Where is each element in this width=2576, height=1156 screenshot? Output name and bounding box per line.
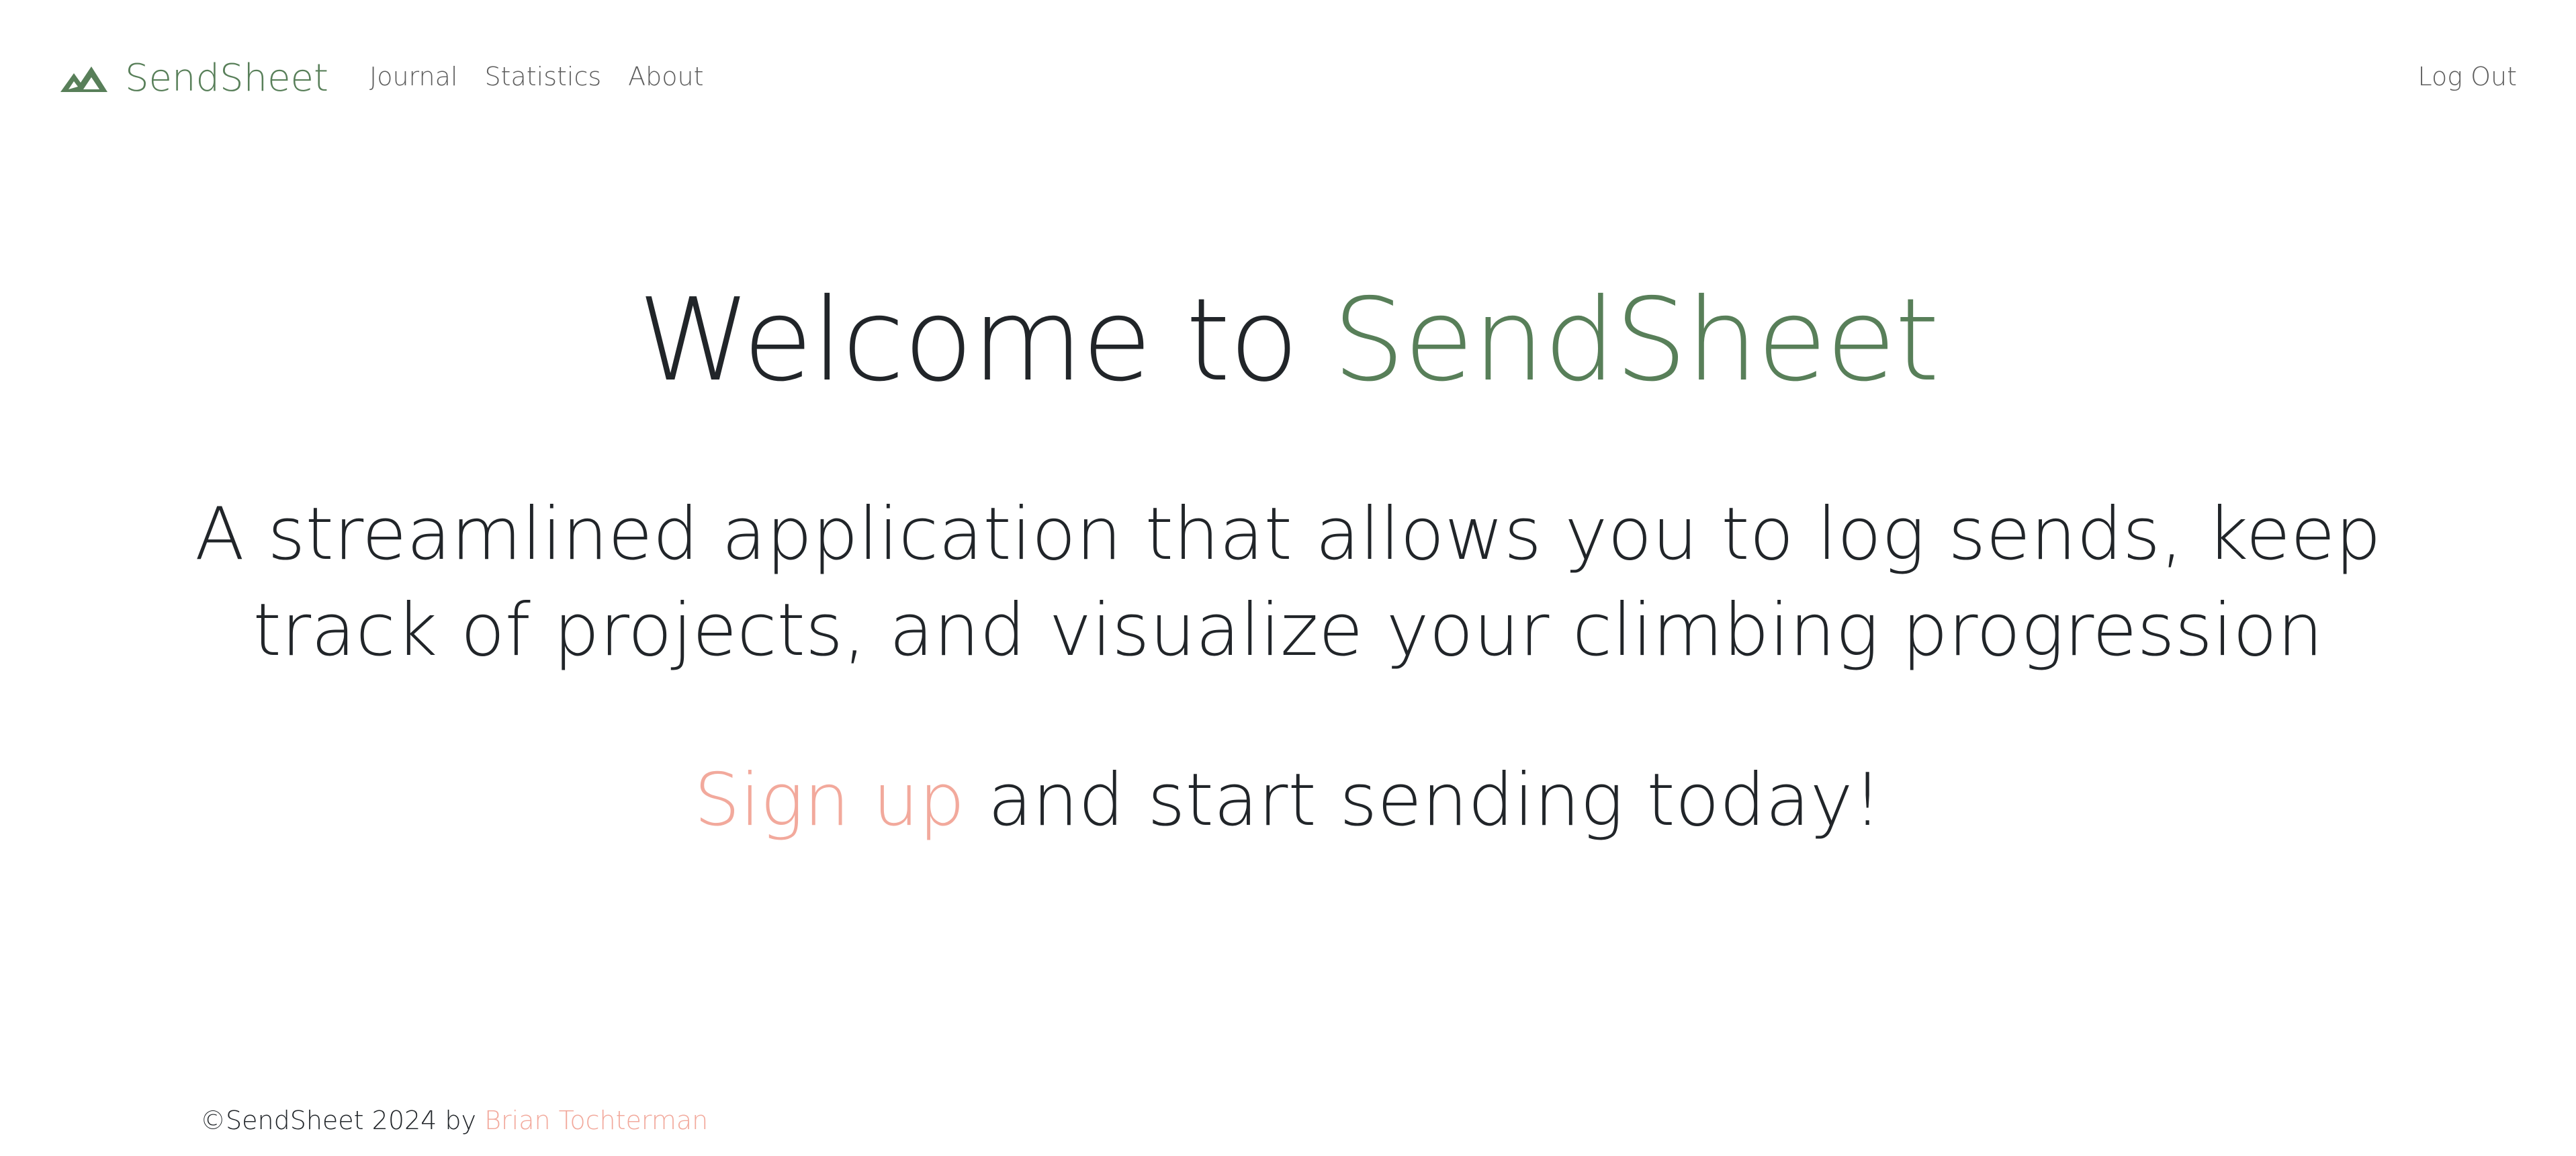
hero-title: Welcome to SendSheet [0, 275, 2576, 407]
footer: ©SendSheet 2024 by Brian Tochterman [200, 1106, 708, 1137]
nav-links: Journal Statistics About [369, 62, 704, 93]
mountain-icon [59, 64, 109, 93]
hero-cta-text: and start sending today! [965, 758, 1882, 842]
hero-title-prefix: Welcome to [637, 274, 1333, 407]
hero-subtitle: A streamlined application that allows yo… [195, 492, 2381, 673]
brand-name: SendSheet [125, 56, 328, 100]
nav-link-about[interactable]: About [628, 62, 703, 93]
nav-link-statistics[interactable]: Statistics [484, 62, 601, 93]
logout-link[interactable]: Log Out [2417, 62, 2517, 93]
footer-copyright: ©SendSheet 2024 by [200, 1106, 485, 1135]
navbar: SendSheet Journal Statistics About Log O… [0, 0, 2576, 157]
nav-link-journal[interactable]: Journal [369, 62, 457, 93]
hero-cta: Sign up and start sending today! [0, 757, 2576, 844]
signup-link[interactable]: Sign up [694, 758, 965, 842]
hero-section: Welcome to SendSheet A streamlined appli… [0, 275, 2576, 844]
brand-link[interactable]: SendSheet [59, 56, 328, 101]
hero-title-brand: SendSheet [1332, 274, 1940, 407]
footer-author-link[interactable]: Brian Tochterman [484, 1106, 708, 1135]
